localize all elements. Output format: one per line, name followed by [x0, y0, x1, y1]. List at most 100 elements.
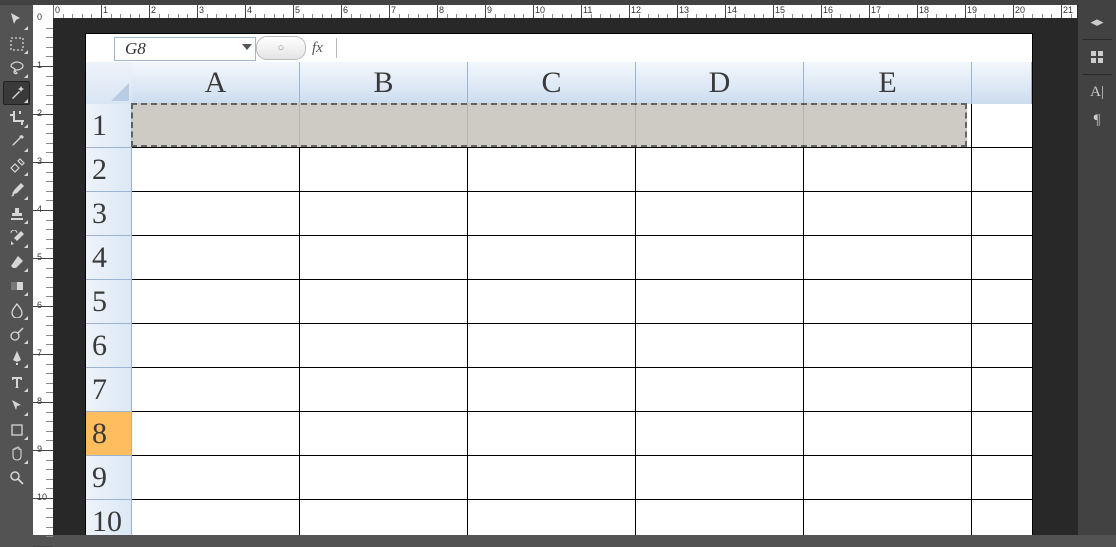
- col-header-B[interactable]: B: [300, 62, 468, 105]
- cell[interactable]: [972, 280, 1032, 323]
- cell[interactable]: [804, 500, 972, 535]
- cell[interactable]: [132, 148, 300, 191]
- type-tool[interactable]: [4, 371, 29, 393]
- col-header-E[interactable]: E: [804, 62, 972, 105]
- dodge-tool[interactable]: [4, 323, 29, 345]
- cell[interactable]: [636, 324, 804, 367]
- cell[interactable]: [300, 236, 468, 279]
- name-box[interactable]: G8: [114, 37, 256, 61]
- cell[interactable]: [804, 456, 972, 499]
- cell[interactable]: [804, 280, 972, 323]
- cell[interactable]: [468, 500, 636, 535]
- cells-area[interactable]: [132, 104, 1032, 535]
- cell[interactable]: [804, 368, 972, 411]
- select-all-cells[interactable]: [86, 62, 133, 105]
- cell[interactable]: [636, 280, 804, 323]
- canvas-area[interactable]: G8 ○ fx ABCDE 12345678910: [53, 18, 1078, 535]
- eraser-tool[interactable]: [4, 251, 29, 273]
- cell[interactable]: [636, 192, 804, 235]
- cell[interactable]: [636, 456, 804, 499]
- cell[interactable]: [300, 280, 468, 323]
- cell[interactable]: [468, 192, 636, 235]
- cell[interactable]: [300, 412, 468, 455]
- cell[interactable]: [468, 148, 636, 191]
- marquee-tool[interactable]: [4, 33, 29, 55]
- row-header-3[interactable]: 3: [86, 192, 132, 236]
- history-brush-tool[interactable]: [4, 227, 29, 249]
- row-header-5[interactable]: 5: [86, 280, 132, 324]
- row-header-6[interactable]: 6: [86, 324, 132, 368]
- brush-tool[interactable]: [4, 179, 29, 201]
- cell[interactable]: [972, 324, 1032, 367]
- wand-tool[interactable]: [3, 81, 30, 105]
- lasso-tool[interactable]: [4, 57, 29, 79]
- cell[interactable]: [972, 368, 1032, 411]
- cell[interactable]: [804, 148, 972, 191]
- cell[interactable]: [804, 236, 972, 279]
- cancel-button[interactable]: ○: [256, 36, 306, 60]
- cell[interactable]: [804, 324, 972, 367]
- cell[interactable]: [300, 500, 468, 535]
- hand-tool[interactable]: [4, 443, 29, 465]
- blur-tool[interactable]: [4, 299, 29, 321]
- cell[interactable]: [468, 236, 636, 279]
- cell[interactable]: [300, 368, 468, 411]
- cell[interactable]: [804, 192, 972, 235]
- cell[interactable]: [132, 324, 300, 367]
- cell[interactable]: [636, 368, 804, 411]
- cell[interactable]: [972, 236, 1032, 279]
- cell[interactable]: [300, 148, 468, 191]
- col-header-A[interactable]: A: [132, 62, 300, 105]
- cell[interactable]: [468, 456, 636, 499]
- cell[interactable]: [972, 104, 1032, 147]
- cell[interactable]: [300, 456, 468, 499]
- eyedropper-tool[interactable]: [4, 131, 29, 153]
- cell[interactable]: [132, 500, 300, 535]
- move-tool[interactable]: [4, 9, 29, 31]
- cell[interactable]: [636, 412, 804, 455]
- pen-tool[interactable]: [4, 347, 29, 369]
- path-select-tool[interactable]: [4, 395, 29, 417]
- expand-panels-icon[interactable]: ◂▸: [1084, 11, 1110, 33]
- row-header-8[interactable]: 8: [86, 412, 132, 456]
- character-icon[interactable]: A|: [1084, 81, 1110, 103]
- cell[interactable]: [132, 280, 300, 323]
- cell[interactable]: [972, 412, 1032, 455]
- cell[interactable]: [300, 324, 468, 367]
- cell[interactable]: [972, 192, 1032, 235]
- cell[interactable]: [972, 456, 1032, 499]
- crop-tool[interactable]: [4, 107, 29, 129]
- cell[interactable]: [132, 236, 300, 279]
- heal-tool[interactable]: [4, 155, 29, 177]
- document[interactable]: G8 ○ fx ABCDE 12345678910: [86, 34, 1032, 535]
- cell[interactable]: [132, 456, 300, 499]
- gradient-tool[interactable]: [4, 275, 29, 297]
- col-header-D[interactable]: D: [636, 62, 804, 105]
- vertical-ruler[interactable]: 012345678910: [33, 18, 54, 535]
- fx-label[interactable]: fx: [312, 40, 332, 57]
- name-box-dropdown-icon[interactable]: [242, 44, 252, 50]
- row-header-10[interactable]: 10: [86, 500, 132, 535]
- properties-icon[interactable]: [1084, 46, 1110, 68]
- cell[interactable]: [468, 412, 636, 455]
- paragraph-icon[interactable]: ¶: [1084, 109, 1110, 131]
- cell[interactable]: [132, 412, 300, 455]
- stamp-tool[interactable]: [4, 203, 29, 225]
- row-header-9[interactable]: 9: [86, 456, 132, 500]
- cell[interactable]: [468, 280, 636, 323]
- cell[interactable]: [300, 192, 468, 235]
- cell[interactable]: [468, 368, 636, 411]
- row-header-4[interactable]: 4: [86, 236, 132, 280]
- shape-tool[interactable]: [4, 419, 29, 441]
- cell[interactable]: [468, 324, 636, 367]
- row-header-2[interactable]: 2: [86, 148, 132, 192]
- horizontal-ruler[interactable]: 0123456789101112131415161718192021: [33, 5, 1078, 19]
- cell[interactable]: [804, 412, 972, 455]
- formula-input[interactable]: [336, 38, 1027, 58]
- cell[interactable]: [636, 500, 804, 535]
- cell[interactable]: [972, 500, 1032, 535]
- cell[interactable]: [132, 368, 300, 411]
- row-header-1[interactable]: 1: [86, 104, 132, 148]
- col-header-C[interactable]: C: [468, 62, 636, 105]
- cell[interactable]: [636, 236, 804, 279]
